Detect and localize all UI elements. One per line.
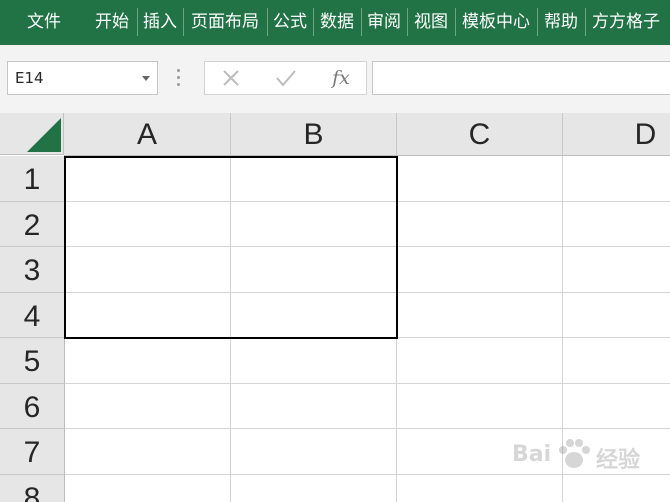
tab-formulas[interactable]: 公式 xyxy=(268,0,312,45)
row-header-6[interactable]: 6 xyxy=(0,384,65,429)
cell-c3[interactable] xyxy=(397,247,563,293)
row-header-7[interactable]: 7 xyxy=(0,429,65,475)
chevron-down-icon[interactable] xyxy=(142,76,150,81)
row-header-4[interactable]: 4 xyxy=(0,293,65,338)
cell-c5[interactable] xyxy=(397,338,563,384)
insert-function-button[interactable]: fx xyxy=(323,62,359,94)
ribbon-tab-bar: 文件 开始 插入 页面布局 公式 数据 审阅 视图 模板中心 帮助 方方格子 xyxy=(0,0,670,45)
cell-b4[interactable] xyxy=(231,293,397,338)
tab-template-center[interactable]: 模板中心 xyxy=(456,0,536,45)
tab-review[interactable]: 审阅 xyxy=(362,0,406,45)
cell-b1[interactable] xyxy=(231,156,397,202)
cell-c1[interactable] xyxy=(397,156,563,202)
cell-d3[interactable] xyxy=(563,247,670,293)
tab-insert[interactable]: 插入 xyxy=(138,0,182,45)
cell-c2[interactable] xyxy=(397,202,563,247)
column-header-c[interactable]: C xyxy=(397,113,563,156)
cell-d2[interactable] xyxy=(563,202,670,247)
row-header-1[interactable]: 1 xyxy=(0,156,65,202)
tab-page-layout[interactable]: 页面布局 xyxy=(184,0,266,45)
formula-buttons: fx xyxy=(204,61,367,95)
tab-view[interactable]: 视图 xyxy=(408,0,454,45)
tab-data[interactable]: 数据 xyxy=(314,0,360,45)
tab-help[interactable]: 帮助 xyxy=(538,0,584,45)
cell-c4[interactable] xyxy=(397,293,563,338)
cell-b8[interactable] xyxy=(231,475,397,502)
formula-bar: E14 fx xyxy=(0,45,670,113)
cell-a5[interactable] xyxy=(65,338,231,384)
tab-file[interactable]: 文件 xyxy=(14,0,74,45)
formula-input[interactable] xyxy=(372,61,670,95)
column-header-b[interactable]: B xyxy=(231,113,397,156)
cell-b3[interactable] xyxy=(231,247,397,293)
cell-a1[interactable] xyxy=(65,156,231,202)
cell-d5[interactable] xyxy=(563,338,670,384)
column-header-d[interactable]: D xyxy=(563,113,670,156)
cell-a4[interactable] xyxy=(65,293,231,338)
cell-b7[interactable] xyxy=(231,429,397,475)
cell-b6[interactable] xyxy=(231,384,397,429)
cell-a6[interactable] xyxy=(65,384,231,429)
tab-fangfanggezi[interactable]: 方方格子 xyxy=(586,0,666,45)
cell-c6[interactable] xyxy=(397,384,563,429)
cell-d6[interactable] xyxy=(563,384,670,429)
cell-b5[interactable] xyxy=(231,338,397,384)
cell-d1[interactable] xyxy=(563,156,670,202)
column-header-a[interactable]: A xyxy=(64,113,231,156)
cell-d7[interactable] xyxy=(563,429,670,475)
worksheet-grid: A B C D 1 2 3 4 5 6 7 8 xyxy=(0,113,670,502)
row-header-3[interactable]: 3 xyxy=(0,247,65,293)
cell-c8[interactable] xyxy=(397,475,563,502)
cell-a3[interactable] xyxy=(65,247,231,293)
tab-home[interactable]: 开始 xyxy=(88,0,136,45)
check-icon[interactable] xyxy=(268,62,304,94)
drag-handle-icon[interactable] xyxy=(177,69,181,87)
row-header-5[interactable]: 5 xyxy=(0,338,65,384)
cell-a2[interactable] xyxy=(65,202,231,247)
cell-b2[interactable] xyxy=(231,202,397,247)
cell-a7[interactable] xyxy=(65,429,231,475)
cell-a8[interactable] xyxy=(65,475,231,502)
name-box[interactable]: E14 xyxy=(7,61,158,95)
cell-c7[interactable] xyxy=(397,429,563,475)
select-all-button[interactable] xyxy=(0,113,64,155)
name-box-value: E14 xyxy=(15,69,44,87)
close-icon[interactable] xyxy=(213,62,249,94)
row-header-2[interactable]: 2 xyxy=(0,202,65,247)
row-header-8[interactable]: 8 xyxy=(0,475,65,502)
cell-d4[interactable] xyxy=(563,293,670,338)
cell-d8[interactable] xyxy=(563,475,670,502)
